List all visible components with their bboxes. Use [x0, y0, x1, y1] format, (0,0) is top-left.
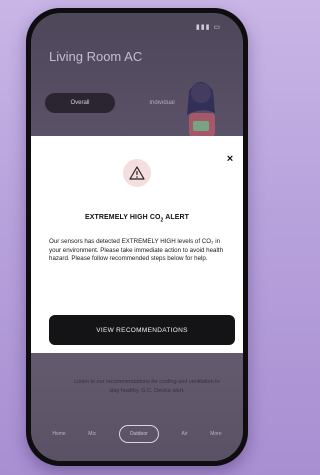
bottom-nav: Home Mic Outdoor Air More [31, 421, 243, 447]
tab-overall[interactable]: Overall [45, 93, 115, 113]
close-icon[interactable]: × [225, 154, 235, 165]
status-bar: ▮▮▮ ▭ [196, 23, 221, 31]
warning-badge [123, 159, 151, 187]
alert-title-post: ALERT [163, 214, 190, 221]
nav-item-air[interactable]: Air [181, 431, 187, 437]
nav-item-more[interactable]: More [210, 431, 221, 437]
button-label: VIEW RECOMMENDATIONS [96, 326, 188, 334]
character-illustration [187, 82, 215, 137]
phone-frame: ▮▮▮ ▭ Living Room AC Overall Individual … [26, 8, 248, 466]
view-recommendations-button[interactable]: VIEW RECOMMENDATIONS [49, 315, 235, 345]
alert-title: EXTREMELY HIGH CO2 ALERT [31, 214, 243, 223]
battery-icon: ▭ [213, 24, 221, 31]
background-note: Listen to our recommendations for coolin… [74, 379, 220, 394]
alert-message: Our sensors has detected EXTREMELY HIGH … [49, 238, 224, 262]
nav-item-home[interactable]: Home [52, 431, 65, 437]
nav-item-mic[interactable]: Mic [88, 431, 96, 437]
app-title: Living Room AC [49, 49, 143, 64]
phone-screen: ▮▮▮ ▭ Living Room AC Overall Individual … [31, 13, 243, 461]
tab-label: Overall [70, 100, 90, 106]
co2-alert-dialog: × EXTREMELY HIGH CO2 ALERT [31, 136, 243, 288]
nav-item-outdoor[interactable]: Outdoor [118, 425, 159, 443]
signal-icon: ▮▮▮ [195, 24, 211, 31]
warning-triangle-icon [129, 166, 145, 180]
alert-title-pre: EXTREMELY HIGH CO [84, 214, 161, 221]
